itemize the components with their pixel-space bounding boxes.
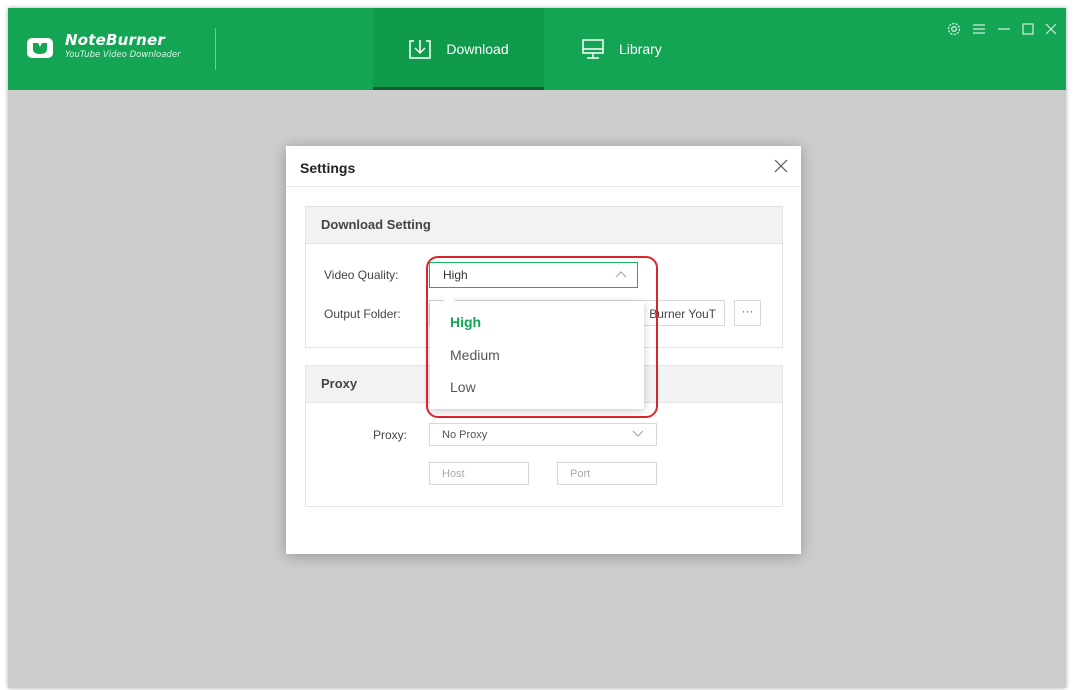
tab-download[interactable]: Download	[373, 8, 544, 90]
proxy-label: Proxy:	[373, 428, 408, 442]
chevron-up-icon	[615, 271, 627, 278]
browse-folder-button[interactable]: ···	[734, 300, 761, 326]
quality-option-low[interactable]: Low	[430, 371, 644, 403]
tab-library[interactable]: Library	[581, 8, 691, 90]
dialog-close-icon[interactable]	[773, 158, 789, 174]
brand-name: NoteBurner	[65, 31, 165, 49]
active-tab-indicator	[373, 87, 544, 90]
chevron-down-icon	[632, 430, 644, 437]
download-icon	[409, 40, 432, 59]
dropdown-caret	[443, 295, 455, 301]
menu-icon[interactable]	[970, 20, 988, 38]
brand-divider	[215, 28, 216, 70]
port-input[interactable]: Port	[557, 462, 657, 485]
quality-option-medium[interactable]: Medium	[430, 339, 644, 371]
proxy-value: No Proxy	[442, 429, 488, 441]
close-window-icon[interactable]	[1042, 20, 1060, 38]
output-folder-label: Output Folder:	[324, 307, 401, 321]
settings-icon[interactable]	[945, 20, 963, 38]
library-icon	[582, 39, 604, 59]
maximize-icon[interactable]	[1019, 20, 1037, 38]
quality-dropdown-menu: High Medium Low	[430, 295, 644, 409]
download-setting-heading: Download Setting	[306, 207, 782, 244]
host-input[interactable]: Host	[429, 462, 529, 485]
video-quality-label: Video Quality:	[324, 268, 399, 282]
title-bar: NoteBurner YouTube Video Downloader Down…	[8, 8, 1066, 90]
tab-download-label: Download	[446, 41, 509, 57]
video-quality-select[interactable]: High	[429, 262, 638, 288]
dialog-divider	[286, 186, 801, 187]
proxy-select[interactable]: No Proxy	[429, 423, 657, 446]
minimize-icon[interactable]	[995, 20, 1013, 38]
tab-library-label: Library	[619, 41, 662, 57]
video-quality-value: High	[443, 268, 468, 282]
noteburner-logo-icon	[27, 38, 53, 58]
brand-subtitle: YouTube Video Downloader	[65, 50, 181, 60]
app-window: NoteBurner YouTube Video Downloader Down…	[8, 8, 1066, 688]
dialog-title: Settings	[300, 160, 356, 176]
quality-option-high[interactable]: High	[430, 306, 644, 338]
